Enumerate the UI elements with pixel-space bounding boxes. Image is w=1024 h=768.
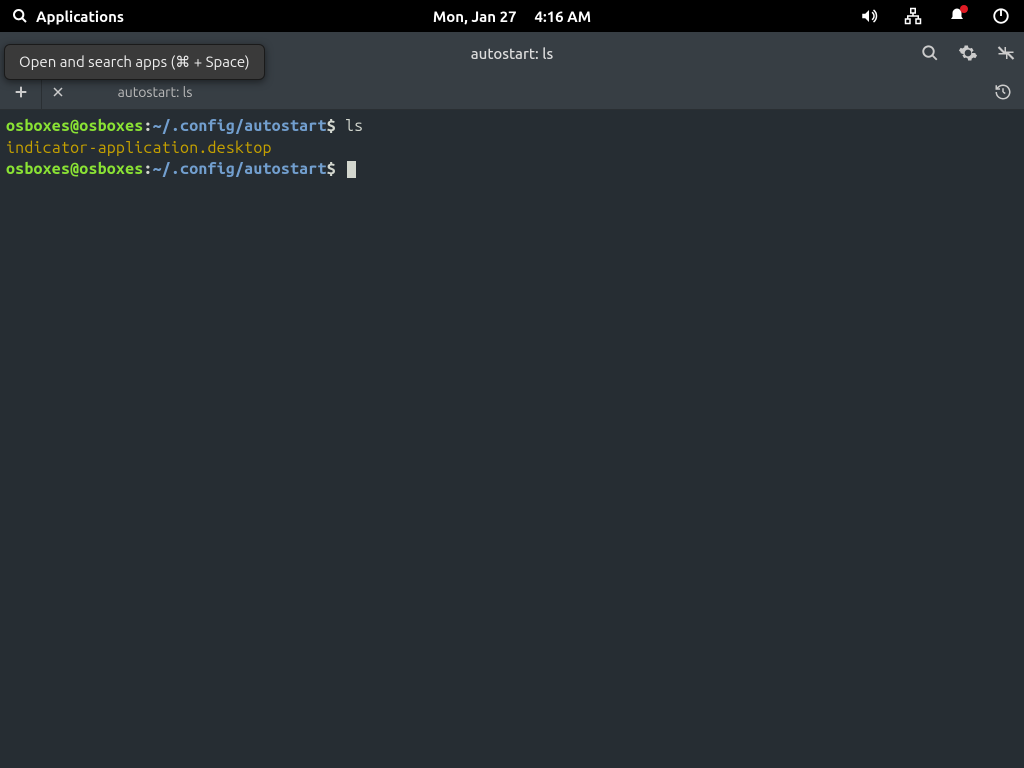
prompt-command: ls (345, 117, 363, 135)
terminal-area[interactable]: osboxes@osboxes:~/.config/autostart$ lsi… (0, 110, 1024, 768)
prompt-colon: : (143, 160, 152, 178)
terminal-output-line: indicator-application.desktop (6, 138, 1018, 160)
prompt-path: ~/.config/autostart (153, 117, 327, 135)
notification-dot-icon (960, 5, 968, 13)
applications-tooltip: Open and search apps (⌘ + Space) (4, 44, 265, 80)
power-icon[interactable] (992, 7, 1010, 25)
settings-icon[interactable] (958, 43, 978, 63)
history-icon[interactable] (994, 83, 1012, 101)
prompt-dollar: $ (327, 117, 345, 135)
prompt-user-host: osboxes@osboxes (6, 160, 143, 178)
panel-date: Mon, Jan 27 (433, 8, 517, 25)
prompt-colon: : (143, 117, 152, 135)
panel-time: 4:16 AM (535, 8, 592, 25)
close-tab-icon[interactable] (52, 86, 68, 98)
cursor-icon (347, 161, 356, 178)
tooltip-text: Open and search apps (⌘ + Space) (19, 53, 250, 70)
network-icon[interactable] (904, 7, 922, 25)
volume-icon[interactable] (860, 7, 878, 25)
notifications-icon[interactable] (948, 7, 966, 25)
search-button[interactable] (920, 43, 940, 63)
prompt-dollar: $ (327, 160, 345, 178)
search-icon (12, 8, 28, 24)
applications-button[interactable]: Applications (8, 8, 128, 25)
output-text: indicator-application.desktop (6, 139, 272, 157)
restore-icon[interactable] (996, 43, 1016, 63)
prompt-path: ~/.config/autostart (153, 160, 327, 178)
window-title: autostart: ls (471, 45, 553, 62)
terminal-prompt-line: osboxes@osboxes:~/.config/autostart$ (6, 159, 1018, 181)
prompt-user-host: osboxes@osboxes (6, 117, 143, 135)
clock-area[interactable]: Mon, Jan 27 4:16 AM (433, 8, 591, 25)
applications-label: Applications (36, 8, 124, 25)
top-panel: Applications Mon, Jan 27 4:16 AM (0, 0, 1024, 32)
terminal-prompt-line: osboxes@osboxes:~/.config/autostart$ ls (6, 116, 1018, 138)
tab-title: autostart: ls (78, 84, 252, 100)
system-tray (860, 7, 1016, 25)
